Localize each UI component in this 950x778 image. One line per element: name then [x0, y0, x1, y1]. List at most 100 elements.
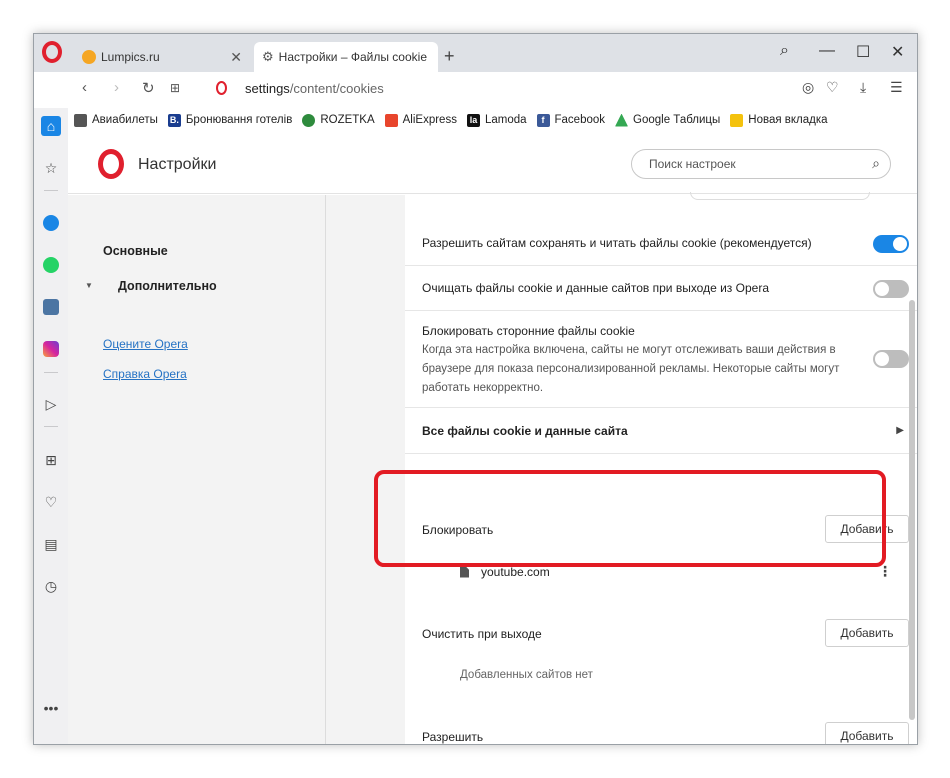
- tab-settings[interactable]: ⚙ Настройки – Файлы cookie: [254, 42, 438, 72]
- search-input[interactable]: Поиск настроек ⌕: [631, 149, 891, 179]
- block-third-party-description: Когда эта настройка включена, сайты не м…: [422, 344, 840, 394]
- whatsapp-icon[interactable]: [41, 255, 61, 275]
- bookmark-new-tab[interactable]: Новая вкладка: [730, 113, 828, 127]
- url-path: /content/cookies: [289, 81, 384, 96]
- search-icon: ⌕: [872, 155, 880, 171]
- all-cookies-row[interactable]: Все файлы cookie и данные сайта ▶: [405, 408, 917, 454]
- heart-icon[interactable]: ♡: [41, 492, 61, 512]
- speed-dial-icon[interactable]: ⊞: [170, 81, 180, 95]
- allow-add-button[interactable]: Добавить: [825, 722, 909, 744]
- reload-icon[interactable]: ↻: [142, 79, 155, 97]
- block-third-party-row[interactable]: Блокировать сторонние файлы cookie Когда…: [405, 311, 917, 408]
- chevron-right-icon: ▶: [896, 425, 904, 436]
- close-tab-icon[interactable]: ✕: [230, 49, 242, 66]
- settings-nav: Основные ▼ Дополнительно Оцените Opera С…: [68, 195, 326, 744]
- clear-exit-empty: Добавленных сайтов нет: [460, 669, 593, 681]
- bookmark-rozetka[interactable]: ROZETKA: [302, 113, 375, 127]
- new-tab-button[interactable]: +: [444, 46, 455, 67]
- tab-title: Lumpics.ru: [101, 50, 160, 64]
- bookmark-lamoda[interactable]: la Lamoda: [466, 113, 527, 127]
- booking-icon: B.: [167, 113, 181, 127]
- url-field[interactable]: settings/content/cookies: [245, 81, 384, 96]
- aliexpress-icon: [384, 113, 398, 127]
- google-drive-icon: [615, 113, 629, 127]
- clear-exit-add-button[interactable]: Добавить: [825, 619, 909, 647]
- heart-icon[interactable]: ♡: [826, 79, 839, 96]
- allow-cookies-toggle[interactable]: [873, 235, 909, 253]
- page-title: Настройки: [138, 156, 217, 173]
- block-third-party-toggle[interactable]: [873, 350, 909, 368]
- bookmark-label: Новая вкладка: [748, 114, 828, 126]
- download-icon[interactable]: ⤓: [860, 79, 866, 96]
- maximize-button[interactable]: ☐: [856, 42, 870, 62]
- bookmarks-bar: Авиабилеты B. Бронювання готелів ROZETKA…: [74, 108, 828, 132]
- document-icon: [74, 113, 87, 127]
- forward-icon[interactable]: ›: [114, 79, 119, 96]
- opera-menu-icon[interactable]: [42, 41, 62, 63]
- block-third-party-label: Блокировать сторонние файлы cookie: [422, 324, 635, 338]
- all-cookies-label: Все файлы cookie и данные сайта: [422, 424, 628, 438]
- file-icon: [460, 566, 469, 578]
- tab-lumpics[interactable]: Lumpics.ru ✕: [74, 42, 250, 72]
- bookmark-booking[interactable]: B. Бронювання готелів: [167, 113, 293, 127]
- bookmark-label: AliExpress: [402, 114, 457, 126]
- allow-cookies-row[interactable]: Разрешить сайтам сохранять и читать файл…: [405, 222, 917, 266]
- bookmark-google-sheets[interactable]: Google Таблицы: [615, 113, 721, 127]
- nav-basic[interactable]: Основные: [103, 244, 168, 258]
- close-window-button[interactable]: ✕: [891, 42, 904, 62]
- lumpics-favicon-icon: [82, 50, 96, 64]
- allow-section-title: Разрешить: [422, 730, 484, 744]
- tab-title: Настройки – Файлы cookie: [278, 50, 427, 64]
- highlight-frame: [374, 470, 886, 567]
- allow-cookies-label: Разрешить сайтам сохранять и читать файл…: [422, 236, 812, 250]
- star-icon[interactable]: ☆: [41, 158, 61, 178]
- bookmark-label: Google Таблицы: [633, 114, 721, 126]
- partial-element: [690, 192, 870, 200]
- facebook-icon: f: [536, 113, 550, 127]
- bookmark-label: Lamoda: [484, 114, 527, 126]
- instagram-icon[interactable]: [41, 339, 61, 359]
- tabs-grid-icon[interactable]: ⊞: [41, 450, 61, 470]
- address-bar: [34, 72, 917, 104]
- bookmark-aviabilety[interactable]: Авиабилеты: [74, 113, 158, 127]
- clear-cookies-row[interactable]: Очищать файлы cookie и данные сайтов при…: [405, 266, 917, 311]
- rate-opera-link[interactable]: Оцените Opera: [103, 337, 188, 351]
- search-tabs-icon[interactable]: ⌕: [780, 42, 789, 60]
- news-icon[interactable]: ▤: [41, 534, 61, 554]
- bookmark-label: Facebook: [554, 114, 606, 126]
- back-icon[interactable]: ‹: [82, 79, 87, 96]
- search-placeholder: Поиск настроек: [649, 157, 736, 171]
- scrollbar[interactable]: [909, 300, 915, 720]
- history-icon[interactable]: ◷: [41, 576, 61, 596]
- bookmark-label: Авиабилеты: [92, 114, 158, 126]
- gear-icon: ⚙: [262, 49, 274, 64]
- help-opera-link[interactable]: Справка Opera: [103, 367, 187, 381]
- bookmark-aliexpress[interactable]: AliExpress: [384, 113, 457, 127]
- rozetka-icon: [302, 113, 316, 127]
- messenger-icon[interactable]: [41, 213, 61, 233]
- lamoda-icon: la: [466, 113, 480, 127]
- easy-setup-icon[interactable]: ☰: [890, 79, 903, 96]
- settings-header: Настройки Поиск настроек ⌕: [68, 134, 917, 194]
- opera-logo-icon: [98, 149, 124, 179]
- minimize-button[interactable]: —: [819, 42, 835, 60]
- more-icon[interactable]: •••: [41, 698, 61, 718]
- url-base: settings: [245, 81, 290, 96]
- caret-down-icon: ▼: [85, 281, 93, 290]
- home-icon[interactable]: ⌂: [41, 116, 61, 136]
- vk-icon[interactable]: [41, 297, 61, 317]
- blocked-site-label: youtube.com: [481, 565, 550, 579]
- blocked-site-row: youtube.com: [460, 565, 550, 579]
- bookmark-label: ROZETKA: [320, 114, 375, 126]
- browser-window: Lumpics.ru ✕ ⚙ Настройки – Файлы cookie …: [33, 33, 918, 745]
- bookmark-label: Бронювання готелів: [185, 114, 293, 126]
- send-icon[interactable]: ▷: [41, 394, 61, 414]
- sidebar: ⌂ ☆ ▷ ⊞ ♡ ▤ ◷ •••: [34, 108, 68, 744]
- opera-page-icon: [216, 81, 227, 95]
- nav-advanced[interactable]: Дополнительно: [118, 279, 217, 293]
- clear-cookies-toggle[interactable]: [873, 280, 909, 298]
- image-icon: [730, 113, 744, 127]
- clear-cookies-label: Очищать файлы cookie и данные сайтов при…: [422, 281, 769, 295]
- camera-icon[interactable]: ◎: [802, 79, 814, 96]
- bookmark-facebook[interactable]: f Facebook: [536, 113, 606, 127]
